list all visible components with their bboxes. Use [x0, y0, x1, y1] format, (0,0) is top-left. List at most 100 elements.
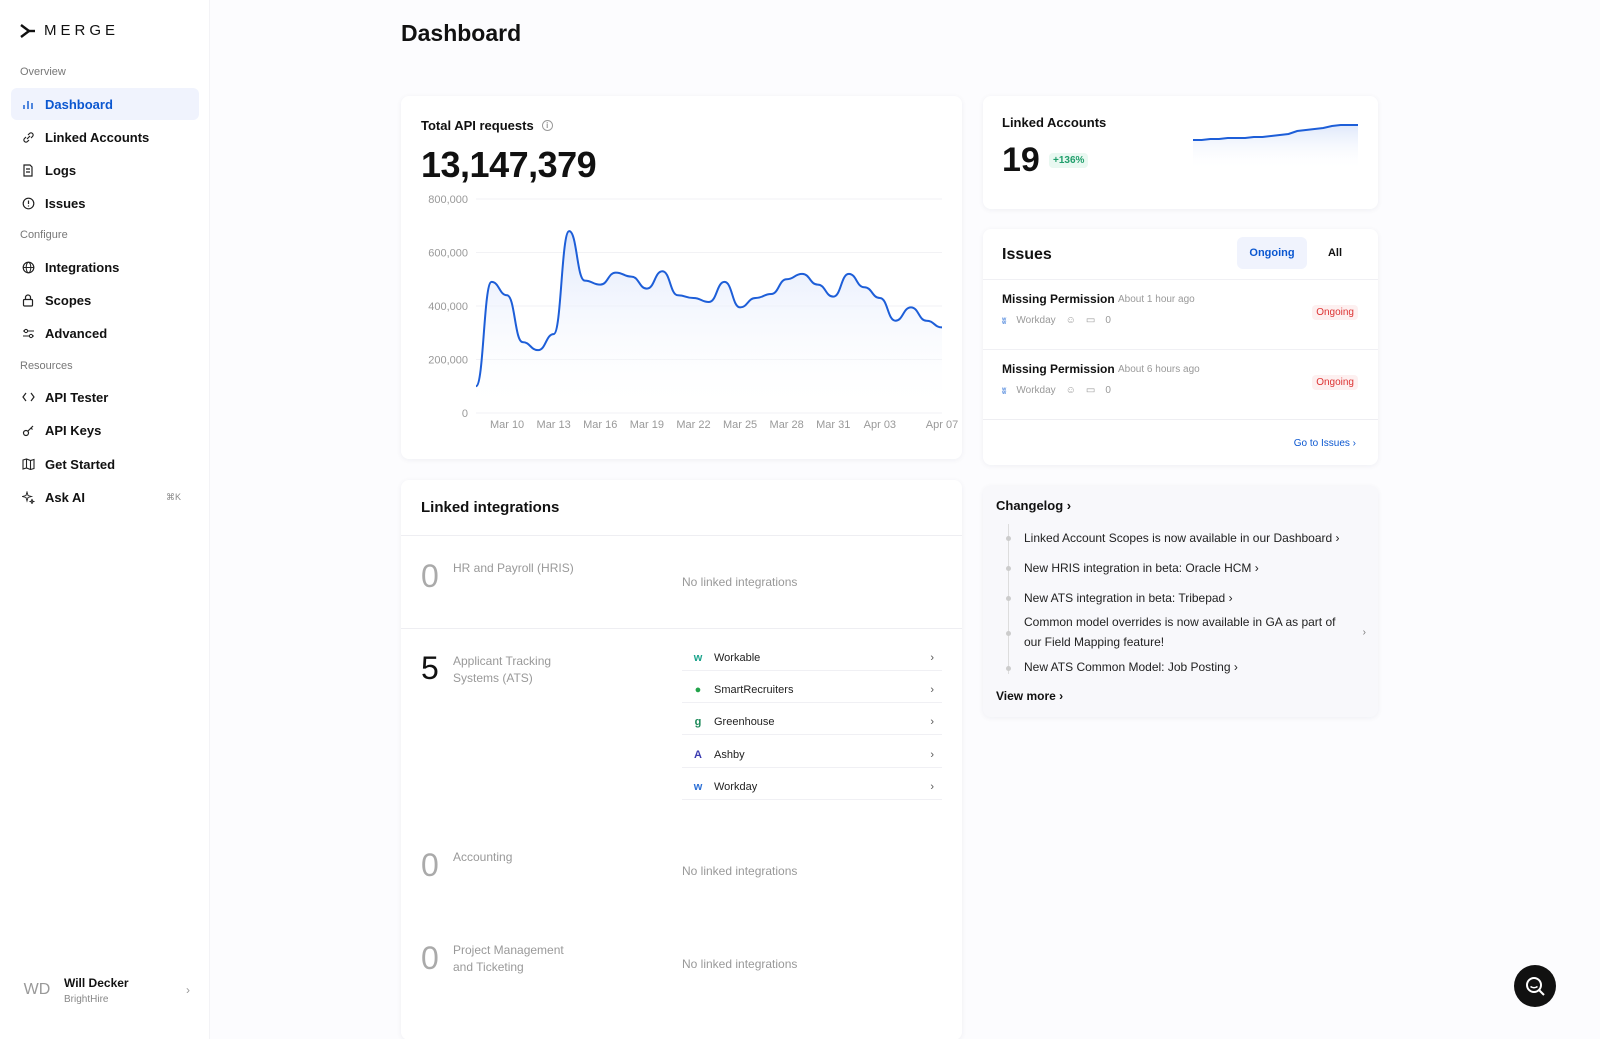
- sidebar-item-api-tester[interactable]: API Tester: [11, 381, 199, 413]
- chevron-right-icon: ›: [186, 983, 190, 997]
- logs-icon: [21, 163, 35, 177]
- shortcut-hint: ⌘K: [165, 491, 181, 502]
- x-tick-label: Mar 19: [630, 419, 664, 431]
- chevron-right-icon: ›: [1362, 627, 1366, 638]
- sidebar-item-ask-ai[interactable]: Ask AI ⌘K: [11, 481, 199, 513]
- change-badge: +136%: [1049, 153, 1089, 168]
- empty-state: No linked integrations: [682, 864, 798, 878]
- workable-logo-icon: w: [693, 651, 703, 664]
- linked-accounts-card[interactable]: Linked Accounts 19 +136%: [983, 96, 1378, 209]
- ashby-logo-icon: A: [694, 748, 702, 761]
- sidebar-item-linked-accounts[interactable]: Linked Accounts: [11, 121, 199, 153]
- integration-name: Greenhouse: [714, 715, 775, 728]
- changelog-item[interactable]: New HRIS integration in beta: Oracle HCM…: [1024, 558, 1354, 578]
- y-tick-label: 0: [462, 408, 468, 420]
- comment-count: 0: [1105, 315, 1111, 326]
- changelog-item[interactable]: New ATS Common Model: Job Posting ›: [1024, 657, 1354, 677]
- issue-integration: Workday: [1016, 385, 1056, 396]
- category-name: Accounting: [453, 850, 513, 864]
- api-requests-title: Total API requests i: [421, 118, 553, 133]
- merge-logo-icon: [20, 23, 35, 38]
- integration-item-workable[interactable]: w Workable ›: [682, 645, 942, 671]
- divider: [401, 628, 962, 629]
- issues-title: Issues: [1002, 246, 1052, 263]
- category-name: HR and Payroll (HRIS): [453, 561, 574, 575]
- changelog-card: Changelog › Linked Account Scopes is now…: [983, 486, 1378, 717]
- issue-row[interactable]: Missing Permission About 6 hours ago ʬ W…: [983, 349, 1378, 419]
- integration-item-workday[interactable]: w Workday ›: [682, 774, 942, 800]
- sparkline-area: [1193, 125, 1358, 170]
- issue-row[interactable]: Missing Permission About 1 hour ago ʬ Wo…: [983, 279, 1378, 349]
- sidebar-item-integrations[interactable]: Integrations: [11, 251, 199, 283]
- linked-accounts-value: 19: [1002, 141, 1040, 179]
- integration-name: SmartRecruiters: [714, 683, 794, 696]
- x-tick-label: Apr 07: [926, 419, 958, 431]
- empty-state: No linked integrations: [682, 575, 798, 589]
- sidebar-item-dashboard[interactable]: Dashboard: [11, 88, 199, 120]
- x-tick-label: Mar 28: [770, 419, 804, 431]
- status-badge: Ongoing: [1312, 305, 1358, 320]
- sidebar-item-advanced[interactable]: Advanced: [11, 317, 199, 349]
- timeline-dot: [1006, 596, 1011, 601]
- chart-area: [476, 231, 942, 413]
- y-tick-label: 400,000: [428, 301, 468, 313]
- x-tick-label: Mar 13: [537, 419, 571, 431]
- code-icon: [21, 390, 35, 404]
- integration-item-ashby[interactable]: A Ashby ›: [682, 742, 942, 768]
- support-chat-button[interactable]: [1514, 965, 1556, 1007]
- changelog-item[interactable]: Linked Account Scopes is now available i…: [1024, 528, 1354, 548]
- changelog-item[interactable]: New ATS integration in beta: Tribepad ›: [1024, 588, 1354, 608]
- user-org: BrightHire: [64, 993, 109, 1005]
- user-menu[interactable]: WD Will Decker BrightHire ›: [20, 970, 190, 1010]
- integration-name: Workday: [714, 780, 758, 793]
- chevron-right-icon: ›: [930, 651, 934, 664]
- integration-item-greenhouse[interactable]: g Greenhouse ›: [682, 709, 942, 735]
- sidebar: MERGE Overview Dashboard Linked Accounts…: [0, 0, 210, 1039]
- divider: [983, 419, 1378, 420]
- y-tick-label: 800,000: [428, 194, 468, 206]
- x-tick-label: Mar 10: [490, 419, 524, 431]
- workday-logo-icon: ʬ: [1002, 385, 1007, 396]
- sidebar-item-scopes[interactable]: Scopes: [11, 284, 199, 316]
- avatar: WD: [20, 973, 54, 1007]
- integration-item-smartrecruiters[interactable]: ● SmartRecruiters ›: [682, 677, 942, 703]
- greenhouse-logo-icon: g: [694, 715, 702, 728]
- x-tick-label: Apr 03: [864, 419, 896, 431]
- sidebar-item-label: Linked Accounts: [45, 129, 150, 145]
- category-count: 5: [421, 650, 439, 686]
- chevron-right-icon: ›: [930, 748, 934, 761]
- chevron-right-icon: ›: [930, 715, 934, 728]
- changelog-item[interactable]: Common model overrides is now available …: [1024, 612, 1354, 652]
- sidebar-item-issues[interactable]: Issues: [11, 187, 199, 219]
- sidebar-item-label: Ask AI: [45, 489, 85, 505]
- changelog-title[interactable]: Changelog ›: [996, 498, 1071, 513]
- tab-all[interactable]: All: [1313, 237, 1357, 269]
- timeline-dot: [1006, 631, 1011, 636]
- go-to-issues-link[interactable]: Go to Issues ›: [1294, 438, 1356, 449]
- comment-count: 0: [1105, 385, 1111, 396]
- page-title: Dashboard: [401, 20, 522, 46]
- view-more-link[interactable]: View more ›: [996, 689, 1063, 703]
- issue-name: Missing Permission: [1002, 362, 1115, 376]
- category-name: Applicant Tracking Systems (ATS): [453, 654, 552, 685]
- sidebar-item-label: API Keys: [45, 422, 102, 438]
- sidebar-item-get-started[interactable]: Get Started: [11, 448, 199, 480]
- tab-ongoing[interactable]: Ongoing: [1237, 237, 1307, 269]
- lock-icon: [21, 293, 35, 307]
- api-requests-chart: 800,000 600,000 400,000 200,000 0 Mar 10 Mar 1…: [428, 194, 958, 431]
- issue-meta: ʬ Workday ☺ ▭ 0: [1002, 385, 1111, 396]
- api-requests-value: 13,147,379: [421, 144, 597, 185]
- logo-text: MERGE: [44, 22, 120, 39]
- category-count: 0: [421, 847, 439, 883]
- linked-accounts-sparkline: [1193, 124, 1358, 170]
- x-tick-label: Mar 16: [583, 419, 617, 431]
- key-icon: [21, 423, 35, 437]
- sidebar-item-label: Advanced: [45, 325, 108, 341]
- info-icon[interactable]: i: [541, 120, 553, 131]
- sidebar-item-api-keys[interactable]: API Keys: [11, 414, 199, 446]
- workday-logo-icon: ʬ: [1002, 315, 1007, 326]
- sidebar-item-logs[interactable]: Logs: [11, 154, 199, 186]
- logo[interactable]: MERGE: [20, 22, 119, 39]
- section-resources: Resources: [20, 360, 73, 372]
- sparkle-icon: [21, 490, 35, 504]
